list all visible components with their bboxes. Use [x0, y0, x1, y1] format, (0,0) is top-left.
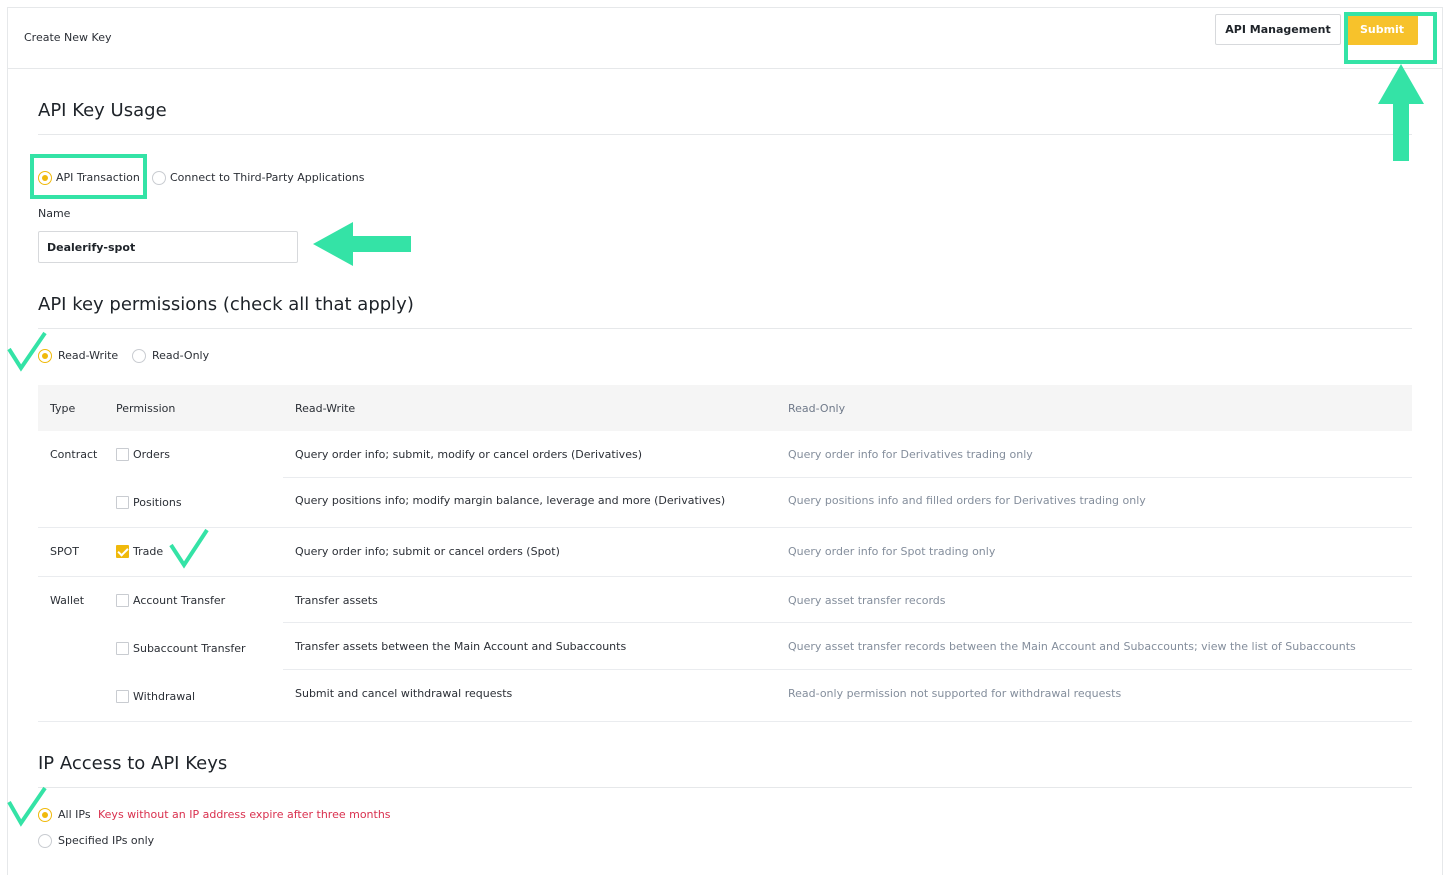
permission-label-account-transfer[interactable]: Account Transfer: [133, 594, 225, 607]
table-bottom-divider: [38, 721, 1412, 722]
checkbox-trade[interactable]: [116, 545, 129, 558]
permission-label-trade[interactable]: Trade: [133, 545, 163, 558]
up-arrow-icon: [1378, 64, 1424, 161]
table-cell-type: Contract: [50, 448, 98, 461]
row-divider: [38, 576, 1412, 577]
permission-label-withdrawal[interactable]: Withdrawal: [133, 690, 195, 703]
checkmark-icon: [7, 331, 47, 372]
radio-read-only-label[interactable]: Read-Only: [152, 349, 209, 362]
col-read-write: Read-Write: [295, 402, 356, 415]
table-cell-read-write: Query positions info; modify margin bala…: [295, 494, 726, 507]
radio-all-ips-label[interactable]: All IPs: [58, 808, 91, 821]
checkbox-positions[interactable]: [116, 496, 129, 509]
divider: [38, 328, 1412, 329]
table-cell-read-write: Query order info; submit or cancel order…: [295, 545, 560, 558]
name-input[interactable]: Dealerify-spot: [38, 231, 298, 263]
radio-specified-ips-label[interactable]: Specified IPs only: [58, 834, 154, 847]
checkbox-account-transfer[interactable]: [116, 594, 129, 607]
row-divider: [38, 527, 1412, 528]
table-cell-read-write: Query order info; submit, modify or canc…: [295, 448, 642, 461]
table-cell-read-only: Query order info for Spot trading only: [788, 545, 996, 558]
ip-access-heading: IP Access to API Keys: [38, 753, 228, 774]
table-cell-read-only: Query order info for Derivatives trading…: [788, 448, 1033, 461]
permission-label-positions[interactable]: Positions: [133, 496, 182, 509]
row-divider: [283, 622, 1412, 623]
page-frame: [7, 7, 1443, 875]
radio-specified-ips[interactable]: [38, 834, 52, 848]
checkmark-icon: [7, 786, 47, 827]
radio-third-party-label[interactable]: Connect to Third-Party Applications: [170, 171, 364, 184]
col-permission: Permission: [116, 402, 176, 415]
checkbox-orders[interactable]: [116, 448, 129, 461]
radio-read-only[interactable]: [132, 349, 146, 363]
table-cell-read-only: Query asset transfer records between the…: [788, 640, 1356, 653]
checkbox-subaccount-transfer[interactable]: [116, 642, 129, 655]
permissions-table-header: [38, 385, 1412, 431]
table-cell-type: Wallet: [50, 594, 85, 607]
table-cell-read-write: Transfer assets between the Main Account…: [295, 640, 627, 653]
table-cell-type: SPOT: [50, 545, 79, 558]
row-divider: [283, 669, 1412, 670]
table-cell-read-only: Query asset transfer records: [788, 594, 946, 607]
table-cell-read-only: Read-only permission not supported for w…: [788, 687, 1122, 700]
table-cell-read-write: Transfer assets: [295, 594, 378, 607]
divider: [38, 787, 1412, 788]
name-label: Name: [38, 207, 71, 220]
radio-read-write-label[interactable]: Read-Write: [58, 349, 118, 362]
col-type: Type: [50, 402, 76, 415]
table-cell-read-only: Query positions info and filled orders f…: [788, 494, 1146, 507]
page-title: Create New Key: [24, 31, 112, 44]
left-arrow-icon: [313, 222, 411, 266]
api-management-button[interactable]: API Management: [1215, 14, 1341, 45]
permission-label-orders[interactable]: Orders: [133, 448, 170, 461]
checkmark-icon: [169, 528, 209, 569]
col-read-only: Read-Only: [788, 402, 846, 415]
ip-expiry-warning: Keys without an IP address expire after …: [98, 808, 391, 821]
divider: [38, 134, 1412, 135]
checkbox-withdrawal[interactable]: [116, 690, 129, 703]
radio-third-party[interactable]: [152, 171, 166, 185]
api-transaction-highlight-box: [30, 154, 147, 199]
api-key-usage-heading: API Key Usage: [38, 100, 167, 121]
row-divider: [283, 477, 1412, 478]
permissions-heading: API key permissions (check all that appl…: [38, 294, 414, 315]
table-cell-read-write: Submit and cancel withdrawal requests: [295, 687, 513, 700]
submit-highlight-box: [1344, 12, 1437, 64]
permission-label-subaccount-transfer[interactable]: Subaccount Transfer: [133, 642, 246, 655]
